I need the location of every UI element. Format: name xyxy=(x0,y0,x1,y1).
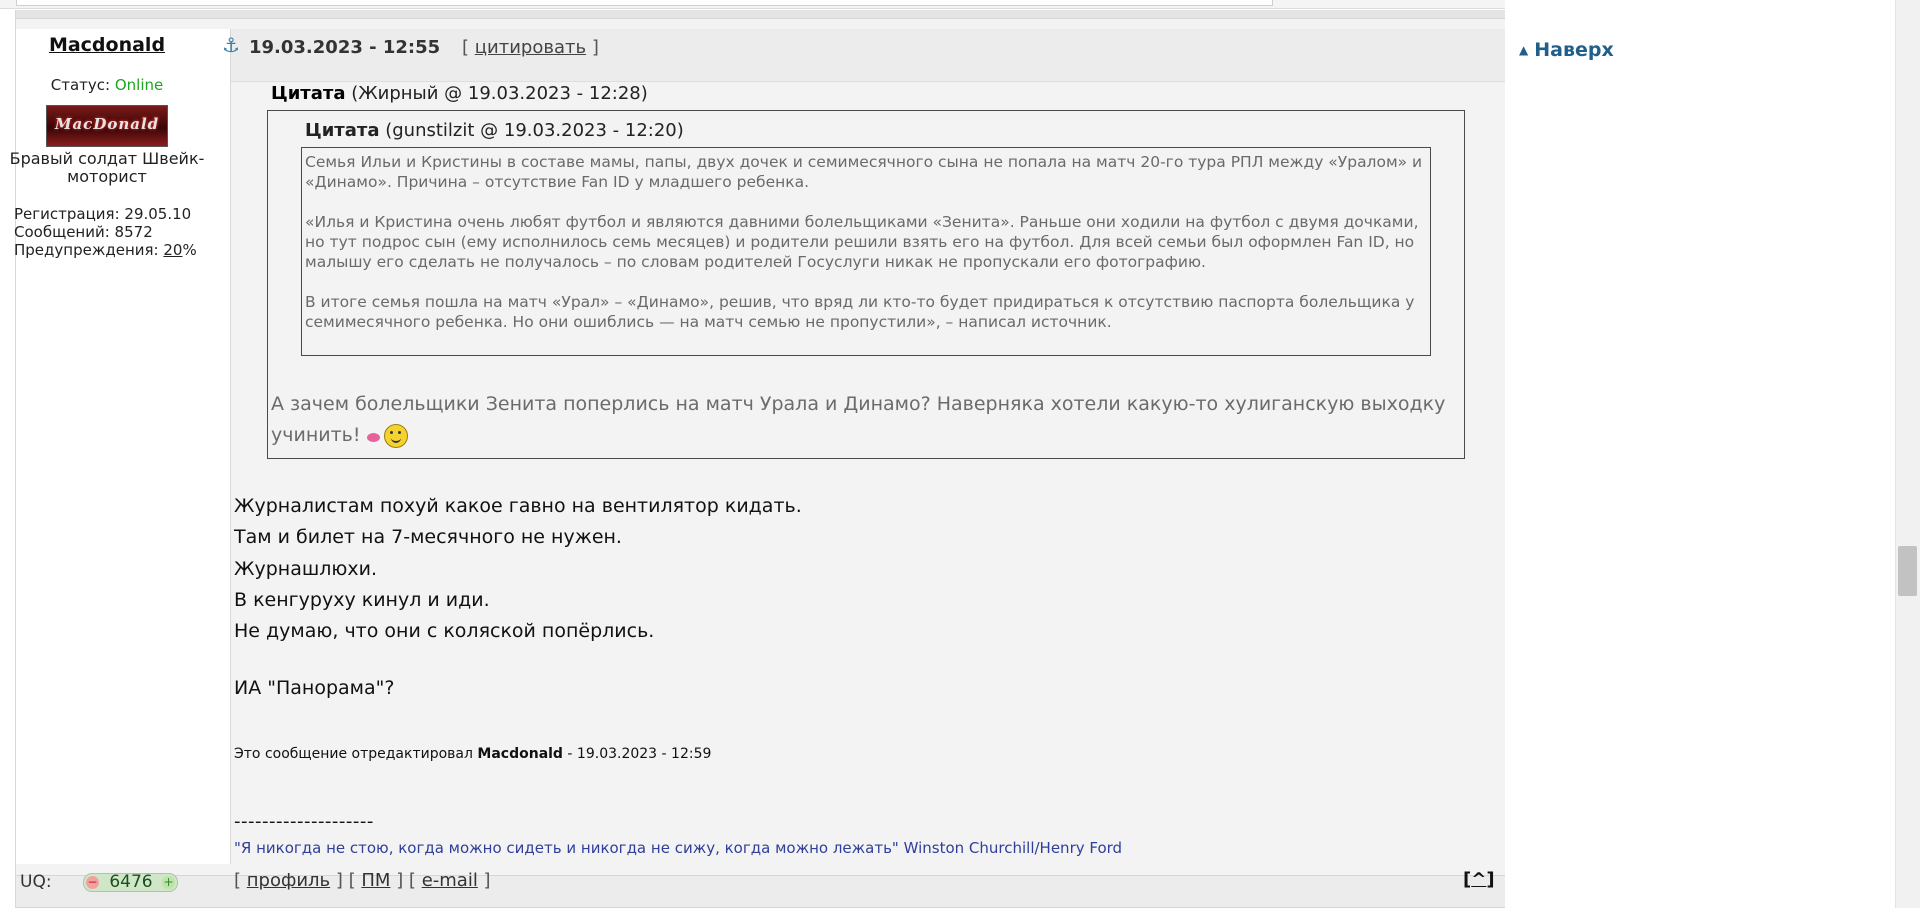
edit-note-prefix: Это сообщение отредактировал xyxy=(234,746,473,762)
body-line: Не думаю, что они с коляской попёрлись. xyxy=(234,620,655,643)
body-line: Там и билет на 7-месячного не нужен. xyxy=(234,526,622,549)
edit-note-user: Macdonald xyxy=(477,746,563,762)
body-line: В кенгуруху кинул и иди. xyxy=(234,588,490,611)
body-line: Журналистам похуй какое гавно на вентиля… xyxy=(234,495,802,517)
outer-quote-reply: А зачем болельщики Зенита поперлись на м… xyxy=(271,389,1461,451)
uq-plus-button[interactable]: + xyxy=(162,876,175,889)
signature-separator: -------------------- xyxy=(234,811,374,832)
quote-paragraph: «Илья и Кристина очень любят футбол и яв… xyxy=(305,213,1419,271)
top-bar-frame xyxy=(16,0,1273,6)
bracket: ] xyxy=(591,37,599,58)
pm-link[interactable]: ПМ xyxy=(361,870,390,891)
quote-paragraph: В итоге семья пошла на матч «Урал» – «Ди… xyxy=(305,293,1415,331)
status-label: Статус: xyxy=(50,76,111,94)
quote-label: Цитата xyxy=(271,83,346,104)
naverh-label: Наверх xyxy=(1534,39,1614,61)
quote-action: [ цитировать ] xyxy=(462,37,599,58)
post-datetime: 19.03.2023 - 12:55 xyxy=(249,37,441,58)
quote-paragraph: Семья Ильи и Кристины в составе мамы, па… xyxy=(305,153,1423,191)
triangle-up-icon: ▲ xyxy=(1519,43,1529,57)
author-info: Статус: Online MacDonald Бравый солдат Ш… xyxy=(0,76,214,259)
status-line: Статус: Online xyxy=(0,76,214,94)
registration-date: Регистрация: 29.05.10 xyxy=(14,205,192,223)
body-line: Журнашлюхи. xyxy=(234,557,377,580)
post-footer-links: [ профиль ] [ ПМ ] [ e-mail ] xyxy=(234,870,491,891)
signature: "Я никогда не стою, когда можно сидеть и… xyxy=(234,839,1123,857)
uq-label: UQ: xyxy=(20,872,52,892)
scrollbar[interactable] xyxy=(1895,0,1920,908)
inner-quote-title: Цитата (gunstilzit @ 19.03.2023 - 12:20) xyxy=(305,120,684,141)
avatar: MacDonald xyxy=(46,105,168,147)
user-meta: Регистрация: 29.05.10 Сообщений: 8572 Пр… xyxy=(14,205,214,259)
edit-note-time: - 19.03.2023 - 12:59 xyxy=(567,746,712,762)
scroll-to-top-button[interactable]: [^] xyxy=(1463,869,1495,890)
right-panel xyxy=(1505,0,1895,908)
quote-button[interactable]: цитировать xyxy=(475,37,586,58)
body-agency-line: ИА "Панорама"? xyxy=(234,677,395,699)
outer-quote-title: Цитата (Жирный @ 19.03.2023 - 12:28) xyxy=(271,83,648,104)
edit-note: Это сообщение отредактировал Macdonald -… xyxy=(234,746,711,762)
status-badge: Online xyxy=(114,76,164,94)
warnings-suffix: % xyxy=(182,241,197,259)
post-top-divider xyxy=(16,10,1505,19)
uq-value: 6476 xyxy=(109,872,153,892)
avatar-text: MacDonald xyxy=(54,115,160,133)
smiley-flower-icon xyxy=(366,421,409,451)
user-rank: Бравый солдат Швейк-моторист xyxy=(9,149,205,186)
warnings-label: Предупреждения: xyxy=(14,241,159,259)
reply-text: А зачем болельщики Зенита поперлись на м… xyxy=(271,393,1446,446)
warnings-value[interactable]: 20 xyxy=(163,241,182,259)
uq-minus-button[interactable]: − xyxy=(86,876,99,889)
post-count: Сообщений: 8572 xyxy=(14,223,153,241)
uq-rating-widget: − 6476 + xyxy=(83,872,178,892)
email-link[interactable]: e-mail xyxy=(422,870,478,891)
author-username[interactable]: Macdonald xyxy=(0,34,214,56)
post-body: Журналистам похуй какое гавно на вентиля… xyxy=(234,491,802,647)
scrollbar-thumb[interactable] xyxy=(1898,546,1917,596)
profile-link[interactable]: профиль xyxy=(247,870,330,891)
scroll-to-top-label: ^ xyxy=(1471,869,1487,890)
warnings: Предупреждения: 20% xyxy=(14,241,214,259)
inner-quote-text: Семья Ильи и Кристины в составе мамы, па… xyxy=(305,152,1425,352)
quote-source: (gunstilzit @ 19.03.2023 - 12:20) xyxy=(385,120,684,141)
quote-label: Цитата xyxy=(305,120,380,141)
bracket: [ xyxy=(462,37,470,58)
anchor-icon[interactable]: ⚓ xyxy=(222,33,240,57)
naverh-link[interactable]: ▲ Наверх xyxy=(1519,39,1614,61)
quote-source: (Жирный @ 19.03.2023 - 12:28) xyxy=(351,83,648,104)
